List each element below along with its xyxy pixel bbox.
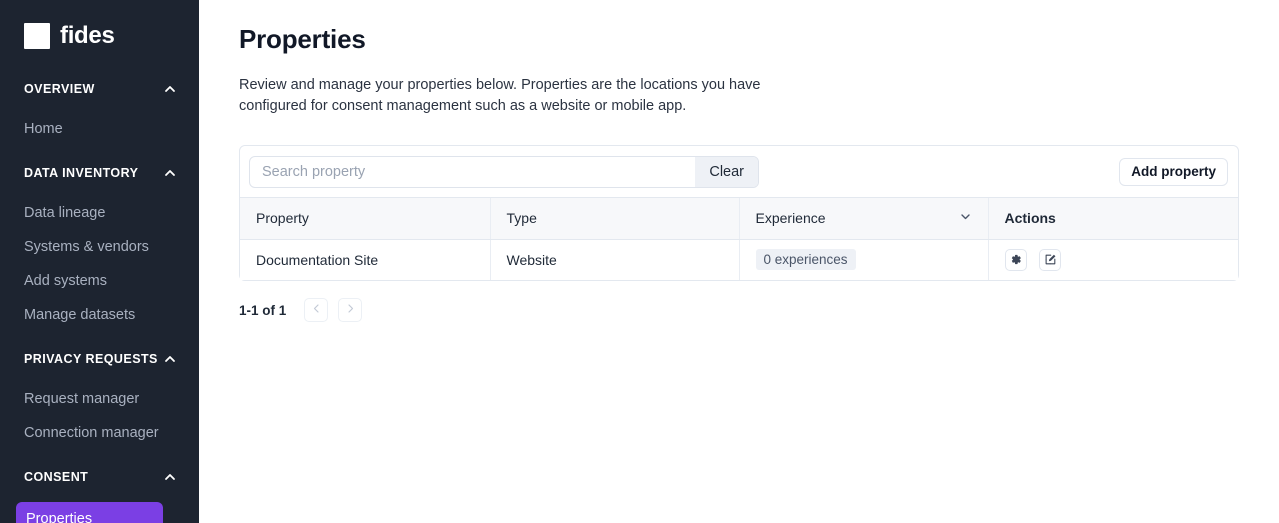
app-root: fides OVERVIEW Home DATA INVENTORY Data … (0, 0, 1279, 523)
chevron-right-icon (345, 303, 356, 317)
sidebar-section-privacy-requests[interactable]: PRIVACY REQUESTS (0, 342, 199, 376)
column-header-property[interactable]: Property (240, 198, 491, 240)
clear-search-button[interactable]: Clear (695, 156, 758, 187)
properties-panel: Clear Add property Property Type (239, 145, 1239, 281)
cell-experience: 0 experiences (739, 239, 989, 280)
column-header-experience[interactable]: Experience (739, 198, 989, 240)
column-header-experience-label: Experience (755, 210, 826, 227)
sidebar-item-request-manager[interactable]: Request manager (0, 382, 199, 416)
sidebar-item-properties[interactable]: Properties (0, 500, 199, 523)
search-container: Clear (249, 155, 759, 188)
table-row[interactable]: Documentation Site Website 0 experiences (240, 239, 1238, 280)
sidebar-item-connection-manager[interactable]: Connection manager (0, 416, 199, 450)
properties-table: Property Type Experience Actions Documen… (240, 198, 1238, 280)
column-header-actions: Actions (988, 198, 1238, 240)
sidebar: fides OVERVIEW Home DATA INVENTORY Data … (0, 0, 199, 523)
panel-toolbar: Clear Add property (240, 146, 1238, 198)
pagination-next-button[interactable] (338, 298, 363, 322)
page-title: Properties (239, 24, 366, 54)
sidebar-item-properties-label: Properties (16, 502, 163, 523)
chevron-left-icon (311, 303, 322, 317)
sidebar-section-label: DATA INVENTORY (24, 166, 139, 180)
sidebar-section-label: CONSENT (24, 470, 89, 484)
pagination-prev-button[interactable] (304, 298, 329, 322)
gear-icon[interactable] (1004, 248, 1027, 271)
sidebar-section-label: PRIVACY REQUESTS (24, 352, 158, 366)
edit-icon[interactable] (1039, 248, 1062, 271)
chevron-up-icon (163, 166, 177, 180)
column-header-type[interactable]: Type (490, 198, 740, 240)
sidebar-section-label: OVERVIEW (24, 82, 95, 96)
cell-type: Website (490, 239, 740, 280)
add-property-button[interactable]: Add property (1119, 157, 1228, 186)
column-header-actions-label: Actions (1004, 210, 1056, 227)
search-input[interactable] (250, 156, 696, 187)
sidebar-nav: OVERVIEW Home DATA INVENTORY Data lineag… (0, 56, 199, 523)
sidebar-item-home[interactable]: Home (0, 112, 199, 146)
page-description: Review and manage your properties below.… (239, 77, 761, 114)
experience-count-badge: 0 experiences (755, 249, 856, 271)
chevron-up-icon (163, 352, 177, 366)
column-header-property-label: Property (256, 210, 309, 227)
column-header-type-label: Type (506, 210, 537, 227)
sidebar-item-add-systems[interactable]: Add systems (0, 264, 199, 298)
chevron-up-icon (163, 82, 177, 96)
table-header-row: Property Type Experience Actions (240, 198, 1238, 240)
brand-name: fides (60, 22, 115, 49)
sidebar-item-data-lineage[interactable]: Data lineage (0, 196, 199, 230)
brand-logo[interactable]: fides (0, 0, 199, 56)
square-logo-mark-icon (24, 23, 50, 49)
sidebar-section-consent[interactable]: CONSENT (0, 460, 199, 494)
sidebar-section-overview[interactable]: OVERVIEW (0, 72, 199, 106)
chevron-up-icon (163, 470, 177, 484)
chevron-down-icon[interactable] (959, 210, 972, 226)
pagination-range-label: 1-1 of 1 (239, 302, 287, 318)
pagination: 1-1 of 1 (239, 297, 1239, 323)
cell-property: Documentation Site (240, 239, 491, 280)
cell-actions (988, 239, 1238, 280)
sidebar-section-data-inventory[interactable]: DATA INVENTORY (0, 156, 199, 190)
sidebar-item-systems-vendors[interactable]: Systems & vendors (0, 230, 199, 264)
table-head: Property Type Experience Actions (240, 198, 1238, 240)
sidebar-item-manage-datasets[interactable]: Manage datasets (0, 298, 199, 332)
table-body: Documentation Site Website 0 experiences (240, 239, 1238, 280)
main-content: Properties Review and manage your proper… (199, 0, 1279, 523)
